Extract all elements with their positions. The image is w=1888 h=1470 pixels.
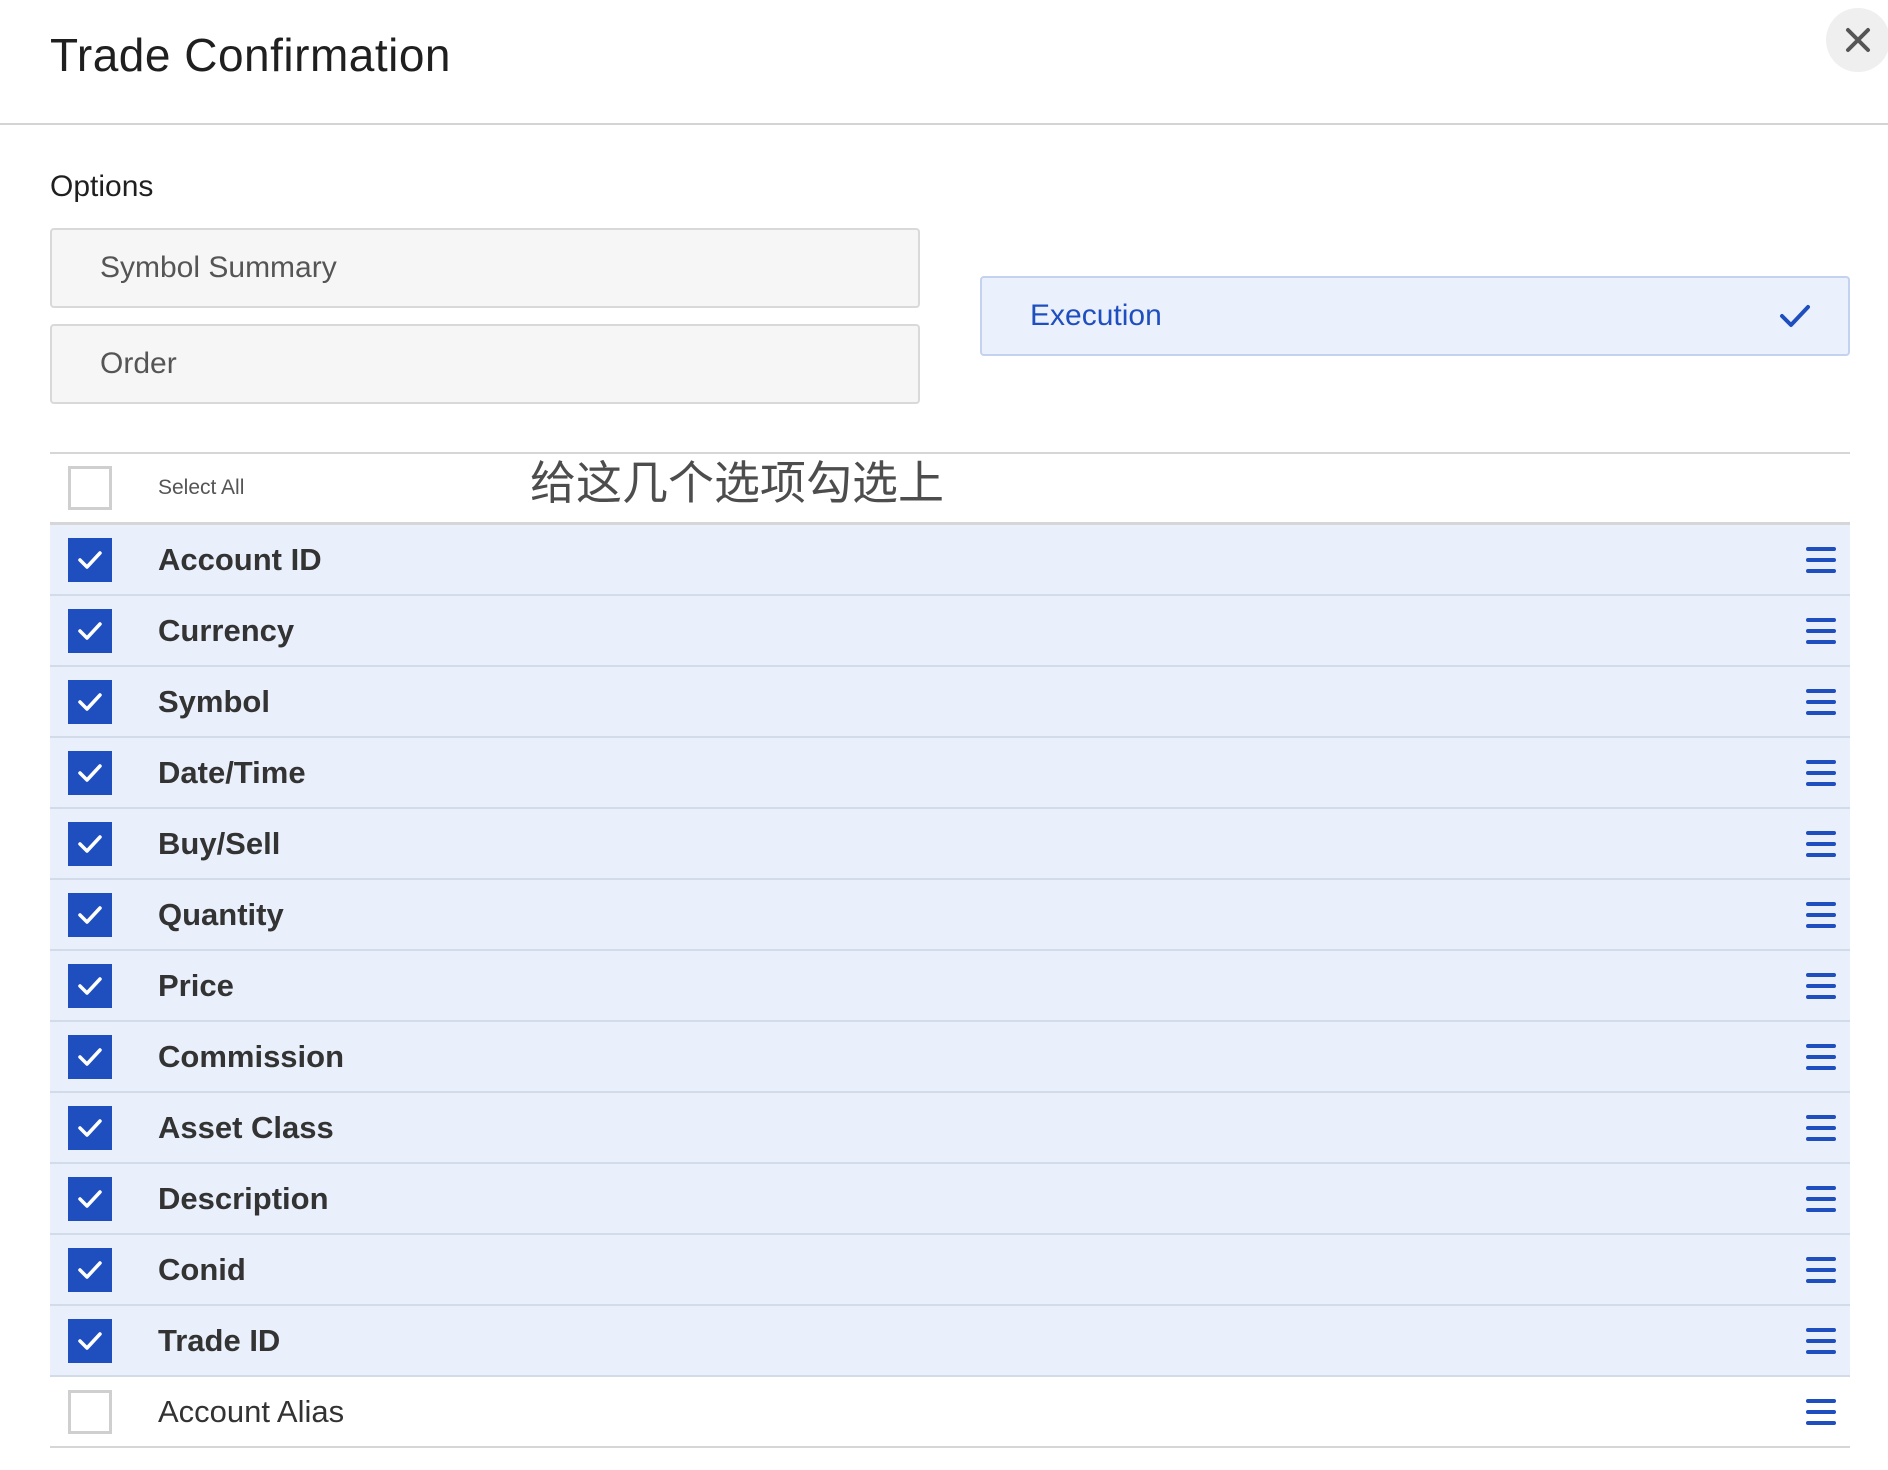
field-checkbox[interactable] (68, 608, 112, 653)
checkmark-icon (78, 1331, 102, 1350)
checkmark-icon (78, 692, 102, 711)
drag-handle-icon[interactable] (1806, 758, 1836, 788)
drag-handle-icon[interactable] (1806, 687, 1836, 717)
drag-handle-icon[interactable] (1806, 1397, 1836, 1427)
annotation-text: 给这几个选项勾选上 (530, 456, 944, 510)
dialog-header: Trade Confirmation (0, 0, 1888, 125)
checkmark-icon (78, 1260, 102, 1279)
field-row: Buy/Sell (50, 809, 1850, 880)
field-checkbox[interactable] (68, 1034, 112, 1079)
field-label: Account ID (158, 541, 322, 577)
field-row: Asset Class (50, 1093, 1850, 1164)
select-all-label: Select All (158, 476, 245, 499)
field-row: Price (50, 951, 1850, 1022)
field-label: Conid (158, 1251, 246, 1287)
checkmark-icon (78, 834, 102, 853)
field-checkbox[interactable] (68, 750, 112, 795)
drag-handle-icon[interactable] (1806, 1042, 1836, 1072)
drag-handle-icon[interactable] (1806, 900, 1836, 930)
option-execution[interactable]: Execution (980, 276, 1850, 356)
field-label: Account Alias (158, 1393, 345, 1429)
option-symbol-summary-label: Symbol Summary (100, 251, 337, 284)
field-label: Price (158, 967, 234, 1003)
field-row: Account Alias (50, 1377, 1850, 1448)
field-label: Description (158, 1180, 329, 1216)
field-checkbox[interactable] (68, 1247, 112, 1292)
checkmark-icon (78, 1047, 102, 1066)
drag-handle-icon[interactable] (1806, 1184, 1836, 1214)
checkmark-icon (78, 1189, 102, 1208)
option-order[interactable]: Order (50, 324, 920, 404)
field-row: Account ID (50, 525, 1850, 596)
field-checkbox[interactable] (68, 679, 112, 724)
option-execution-label: Execution (1030, 299, 1162, 332)
drag-handle-icon[interactable] (1806, 1113, 1836, 1143)
drag-handle-icon[interactable] (1806, 545, 1836, 575)
field-label: Date/Time (158, 754, 306, 790)
field-list: Select All Account ID Currency Symbol Date/… (50, 452, 1850, 1448)
checkmark-icon (78, 976, 102, 995)
field-row: Description (50, 1164, 1850, 1235)
checkmark-icon (78, 763, 102, 782)
drag-handle-icon[interactable] (1806, 1255, 1836, 1285)
field-label: Currency (158, 612, 295, 648)
field-row: Quantity (50, 880, 1850, 951)
field-row: Commission (50, 1022, 1850, 1093)
field-checkbox[interactable] (68, 963, 112, 1008)
field-checkbox[interactable] (68, 1318, 112, 1363)
close-icon (1846, 28, 1870, 52)
close-button[interactable] (1826, 8, 1888, 72)
option-order-label: Order (100, 347, 177, 380)
field-row: Currency (50, 596, 1850, 667)
field-label: Symbol (158, 683, 270, 719)
field-label: Asset Class (158, 1109, 334, 1145)
drag-handle-icon[interactable] (1806, 616, 1836, 646)
field-checkbox[interactable] (68, 1105, 112, 1150)
trade-confirmation-dialog: Trade Confirmation Options Symbol Summar… (0, 0, 1888, 1470)
field-label: Commission (158, 1038, 345, 1074)
dialog-title: Trade Confirmation (50, 29, 452, 81)
select-all-checkbox[interactable] (68, 466, 112, 510)
drag-handle-icon[interactable] (1806, 971, 1836, 1001)
field-row: Trade ID (50, 1306, 1850, 1377)
field-checkbox[interactable] (68, 892, 112, 937)
field-row: Symbol (50, 667, 1850, 738)
field-label: Buy/Sell (158, 825, 281, 861)
option-symbol-summary[interactable]: Symbol Summary (50, 228, 920, 308)
checkmark-icon (1780, 305, 1810, 327)
checkmark-icon (78, 1118, 102, 1137)
options-label: Options (50, 170, 154, 203)
field-checkbox[interactable] (68, 821, 112, 866)
checkmark-icon (78, 550, 102, 569)
drag-handle-icon[interactable] (1806, 829, 1836, 859)
field-checkbox[interactable] (68, 1176, 112, 1221)
field-row: Conid (50, 1235, 1850, 1306)
checkmark-icon (78, 905, 102, 924)
checkmark-icon (78, 621, 102, 640)
field-checkbox[interactable] (68, 1389, 112, 1434)
field-label: Trade ID (158, 1322, 281, 1358)
select-all-row: Select All (50, 454, 1850, 525)
field-checkbox[interactable] (68, 537, 112, 582)
field-row: Date/Time (50, 738, 1850, 809)
field-label: Quantity (158, 896, 284, 932)
drag-handle-icon[interactable] (1806, 1326, 1836, 1356)
